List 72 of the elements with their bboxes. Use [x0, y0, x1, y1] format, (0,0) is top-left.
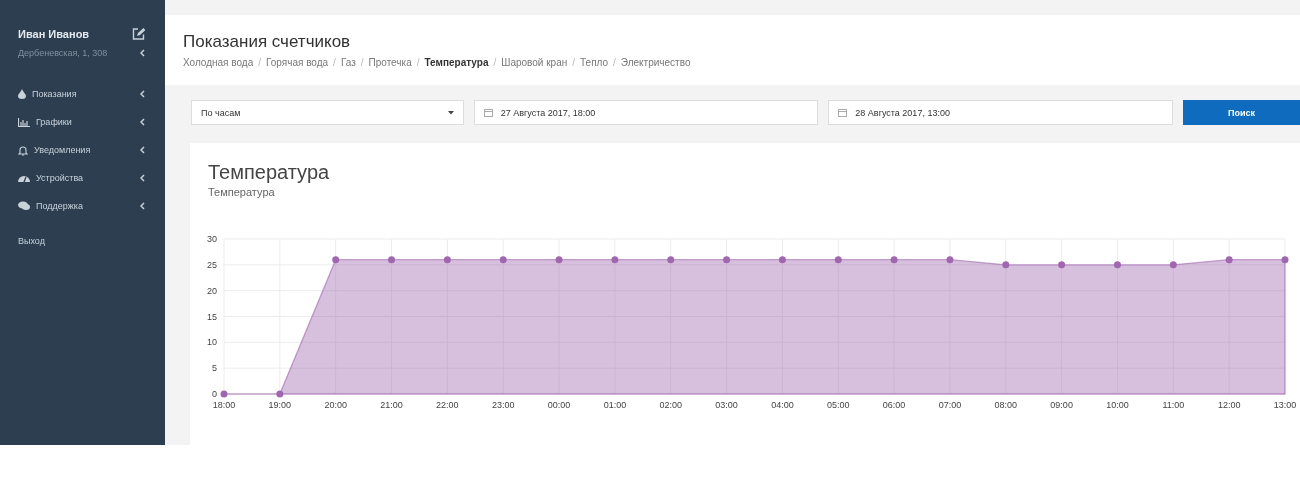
breadcrumb-link[interactable]: Газ — [340, 57, 356, 68]
y-tick-label: 5 — [212, 363, 217, 374]
x-tick-label: 09:00 — [1050, 400, 1073, 410]
x-tick-label: 22:00 — [436, 400, 459, 410]
chevron-left-icon — [140, 118, 145, 126]
date-from-field[interactable]: 27 Августа 2017, 18:00 — [473, 100, 819, 125]
chevron-left-icon[interactable] — [140, 49, 145, 57]
y-tick-label: 10 — [207, 337, 217, 348]
x-tick-label: 23:00 — [491, 400, 515, 410]
x-tick-label: 02:00 — [659, 400, 682, 410]
breadcrumb-separator: / — [360, 57, 364, 68]
y-tick-label: 20 — [207, 285, 217, 296]
chevron-left-icon — [140, 90, 145, 98]
chart-title: Температура — [208, 161, 331, 184]
menu-item[interactable]: Поддержка — [18, 192, 145, 220]
search-button[interactable]: Поиск — [1183, 100, 1300, 125]
x-tick-label: 13:00 — [1273, 400, 1297, 410]
date-to-field[interactable]: 28 Августа 2017, 13:00 — [828, 100, 1173, 125]
y-tick-label: 0 — [212, 389, 217, 399]
breadcrumb-link[interactable]: Температура — [424, 57, 489, 68]
user-address: Дербеневская, 1, 308 — [18, 48, 108, 58]
calendar-icon — [838, 108, 848, 117]
breadcrumb-link[interactable]: Протечка — [368, 57, 412, 68]
gauge-icon — [18, 173, 30, 183]
x-tick-label: 01:00 — [603, 400, 627, 410]
menu-item[interactable]: Графики — [18, 108, 145, 136]
breadcrumb-link[interactable]: Холодная вода — [183, 57, 254, 68]
breadcrumb-separator: / — [572, 57, 576, 68]
logout-link[interactable]: Выход — [18, 236, 45, 246]
page-title: Показания счетчиков — [183, 32, 352, 52]
breadcrumb-link[interactable]: Тепло — [580, 57, 609, 68]
y-tick-label: 25 — [207, 259, 217, 270]
period-select[interactable]: По часам — [191, 100, 464, 125]
bell-icon — [18, 144, 28, 156]
x-tick-label: 07:00 — [938, 400, 962, 410]
x-tick-label: 18:00 — [212, 400, 236, 410]
x-tick-label: 11:00 — [1162, 400, 1185, 410]
breadcrumb-separator: / — [416, 57, 420, 68]
breadcrumb-link[interactable]: Шаровой кран — [501, 57, 568, 68]
chevron-left-icon — [140, 202, 145, 210]
caret-icon — [447, 110, 454, 115]
x-tick-label: 12:00 — [1217, 400, 1241, 410]
chart-subtitle: Температура — [208, 186, 276, 198]
breadcrumb-separator: / — [493, 57, 497, 68]
drop-icon — [18, 89, 26, 99]
x-tick-label: 04:00 — [771, 400, 794, 410]
breadcrumb-link[interactable]: Горячая вода — [266, 57, 329, 68]
calendar-icon — [483, 108, 493, 117]
x-tick-label: 00:00 — [547, 400, 571, 410]
x-tick-label: 03:00 — [715, 400, 738, 410]
edit-icon[interactable] — [132, 28, 145, 40]
menu-item[interactable]: Показания — [18, 80, 145, 108]
x-tick-label: 21:00 — [380, 400, 403, 410]
breadcrumb-separator: / — [613, 57, 616, 68]
user-name: Иван Иванов — [18, 28, 90, 40]
x-tick-label: 20:00 — [324, 400, 347, 410]
bar-chart-icon — [18, 117, 30, 127]
y-tick-label: 15 — [207, 311, 217, 322]
x-tick-label: 08:00 — [994, 400, 1018, 410]
chevron-left-icon — [140, 174, 145, 182]
x-tick-label: 10:00 — [1106, 400, 1129, 410]
chat-icon — [18, 201, 30, 211]
x-tick-label: 06:00 — [882, 400, 906, 410]
breadcrumb-separator: / — [258, 57, 262, 68]
x-tick-label: 05:00 — [827, 400, 850, 410]
chevron-left-icon — [140, 146, 145, 154]
y-tick-label: 30 — [207, 234, 217, 244]
breadcrumb-link[interactable]: Электричество — [620, 57, 691, 68]
menu-item[interactable]: Уведомления — [18, 136, 145, 164]
menu-item[interactable]: Устройства — [18, 164, 145, 192]
x-tick-label: 19:00 — [268, 400, 292, 410]
breadcrumb-separator: / — [333, 57, 336, 68]
